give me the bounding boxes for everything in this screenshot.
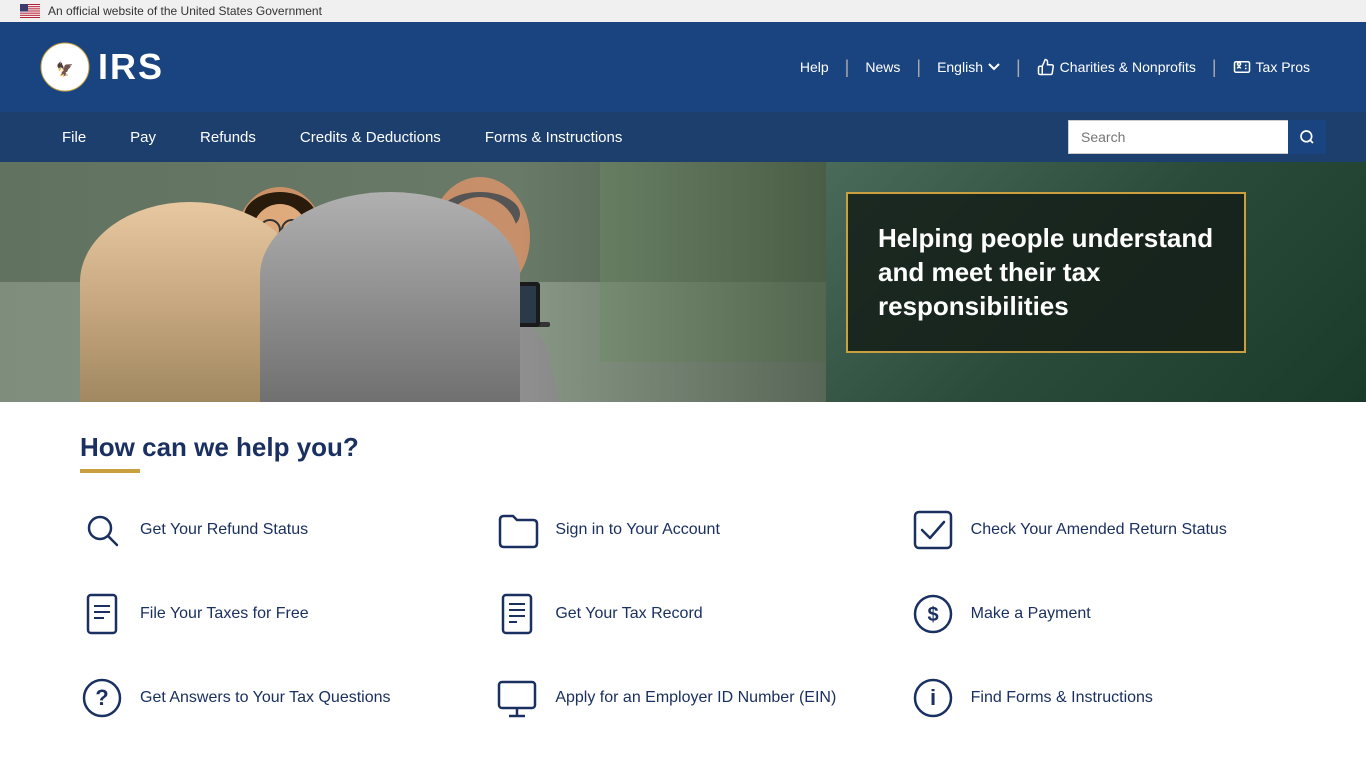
irs-logo-text: IRS	[98, 46, 164, 88]
help-item-label: Find Forms & Instructions	[971, 688, 1153, 709]
top-nav: 🦅 IRS Help | News | English | Charities …	[0, 22, 1366, 112]
help-item-sign-in[interactable]: Sign in to Your Account	[495, 503, 870, 557]
nav-link-news[interactable]: News	[849, 59, 916, 75]
help-item-refund-status[interactable]: Get Your Refund Status	[80, 503, 455, 557]
hero-text-box: Helping people understand and meet their…	[846, 192, 1246, 353]
help-item-label: Check Your Amended Return Status	[971, 520, 1227, 541]
help-item-amended[interactable]: Check Your Amended Return Status	[911, 503, 1286, 557]
help-section-title: How can we help you?	[80, 432, 1286, 463]
id-card-icon	[1233, 58, 1251, 76]
hero-image	[0, 162, 860, 402]
help-item-label: Sign in to Your Account	[555, 520, 720, 541]
help-item-find-forms[interactable]: i Find Forms & Instructions	[911, 671, 1286, 725]
search-button[interactable]	[1288, 120, 1326, 154]
gov-banner: An official website of the United States…	[0, 0, 1366, 22]
monitor-icon	[495, 676, 539, 720]
search-box	[1068, 120, 1326, 154]
help-item-label: Apply for an Employer ID Number (EIN)	[555, 688, 836, 709]
help-title-underline	[80, 469, 140, 473]
hero-photo-svg	[0, 162, 860, 402]
us-flag-icon	[20, 4, 40, 18]
gov-banner-text: An official website of the United States…	[48, 4, 322, 18]
main-nav: File Pay Refunds Credits & Deductions Fo…	[0, 112, 1366, 162]
help-item-label: Get Answers to Your Tax Questions	[140, 688, 391, 709]
nav-file[interactable]: File	[40, 112, 108, 162]
help-section: How can we help you? Get Your Refund Sta…	[0, 402, 1366, 765]
help-item-label: File Your Taxes for Free	[140, 604, 309, 625]
folder-icon	[495, 508, 539, 552]
help-item-tax-record[interactable]: Get Your Tax Record	[495, 587, 870, 641]
nav-link-charities[interactable]: Charities & Nonprofits	[1021, 58, 1212, 76]
svg-text:🦅: 🦅	[56, 60, 73, 78]
help-item-label: Get Your Tax Record	[555, 604, 702, 625]
dollar-circle-icon: $	[911, 592, 955, 636]
checkbox-check-icon	[911, 508, 955, 552]
hero-title: Helping people understand and meet their…	[878, 222, 1214, 323]
top-nav-links: Help | News | English | Charities & Nonp…	[784, 57, 1326, 78]
hero-section: Helping people understand and meet their…	[0, 162, 1366, 402]
help-item-label: Make a Payment	[971, 604, 1091, 625]
irs-logo[interactable]: 🦅 IRS	[40, 42, 164, 92]
hand-icon	[1037, 58, 1055, 76]
nav-refunds[interactable]: Refunds	[178, 112, 278, 162]
svg-text:?: ?	[95, 685, 108, 710]
search-icon	[1299, 129, 1315, 145]
nav-credits[interactable]: Credits & Deductions	[278, 112, 463, 162]
document2-icon	[495, 592, 539, 636]
main-nav-links: File Pay Refunds Credits & Deductions Fo…	[40, 112, 644, 162]
svg-text:i: i	[930, 685, 936, 710]
nav-pay[interactable]: Pay	[108, 112, 178, 162]
question-circle-icon: ?	[80, 676, 124, 720]
help-item-label: Get Your Refund Status	[140, 520, 308, 541]
nav-link-help[interactable]: Help	[784, 59, 845, 75]
search-magnify-icon	[80, 508, 124, 552]
info-circle-icon: i	[911, 676, 955, 720]
irs-emblem-icon: 🦅	[40, 42, 90, 92]
help-item-file-free[interactable]: File Your Taxes for Free	[80, 587, 455, 641]
search-input[interactable]	[1068, 120, 1288, 154]
chevron-down-icon	[988, 63, 1000, 71]
help-item-ein[interactable]: Apply for an Employer ID Number (EIN)	[495, 671, 870, 725]
help-grid: Get Your Refund Status Sign in to Your A…	[80, 503, 1286, 725]
help-item-payment[interactable]: $ Make a Payment	[911, 587, 1286, 641]
nav-forms[interactable]: Forms & Instructions	[463, 112, 645, 162]
svg-text:$: $	[927, 604, 938, 626]
nav-link-tax-pros[interactable]: Tax Pros	[1217, 58, 1326, 76]
help-item-questions[interactable]: ? Get Answers to Your Tax Questions	[80, 671, 455, 725]
nav-link-english[interactable]: English	[921, 59, 1016, 75]
document-lines-icon	[80, 592, 124, 636]
